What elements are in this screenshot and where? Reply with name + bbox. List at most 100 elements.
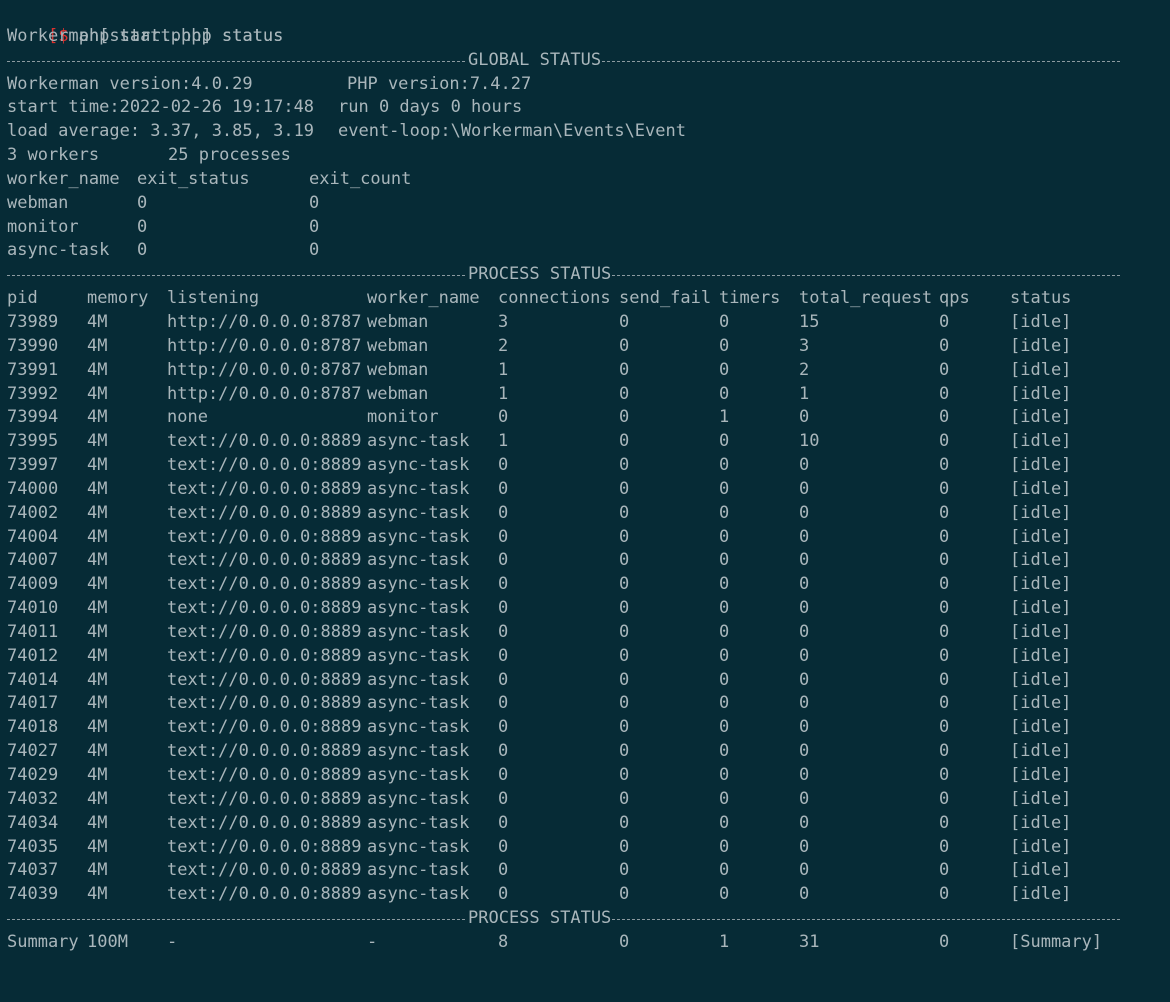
timers-cell: 0 <box>719 383 730 404</box>
timers-cell: 0 <box>719 621 730 642</box>
summary-line: Summary 100M - - 8 0 1 31 0 [Summary] <box>7 931 1167 955</box>
send-fail-cell: 0 <box>619 645 630 666</box>
start-time: start time:2022-02-26 19:17:48 <box>7 97 315 118</box>
status-cell: [idle] <box>1010 717 1072 738</box>
exit-status-cell: exit_status <box>137 168 250 189</box>
connections-cell: 0 <box>498 621 509 642</box>
listening-cell: - <box>167 931 178 952</box>
worker-table-row: monitor 0 0 <box>7 216 1167 240</box>
process-table-row: 74018 4M text://0.0.0.0:8889 async-task 0 0 0 0… <box>7 716 1167 740</box>
qps-cell: 0 <box>939 431 950 452</box>
listening-cell: text://0.0.0.0:8889 <box>167 621 362 642</box>
worker-table-header: worker_name exit_status exit_count <box>7 168 1167 192</box>
pid-cell: 74002 <box>7 502 59 523</box>
total-request-cell: 0 <box>799 717 810 738</box>
memory-cell: 100M <box>87 931 128 952</box>
process-table-row: 74002 4M text://0.0.0.0:8889 async-task 0 0 0 0… <box>7 502 1167 526</box>
connections-cell: 0 <box>498 598 509 619</box>
listening-cell: text://0.0.0.0:8889 <box>167 884 362 905</box>
connections-cell: 0 <box>498 693 509 714</box>
total-request-cell: 31 <box>799 931 820 952</box>
pid-cell: 74012 <box>7 645 59 666</box>
status-cell: [idle] <box>1010 455 1072 476</box>
global-status-separator: GLOBAL STATUS <box>7 48 1167 73</box>
listening-cell: none <box>167 407 208 428</box>
timers-cell: 0 <box>719 788 730 809</box>
connections-cell: 1 <box>498 359 509 380</box>
total-request-cell: 0 <box>799 502 810 523</box>
total-request-cell: 0 <box>799 788 810 809</box>
pid-cell: 74032 <box>7 788 59 809</box>
listening-cell: text://0.0.0.0:8889 <box>167 765 362 785</box>
status-cell: [idle] <box>1010 812 1072 833</box>
qps-cell: 0 <box>939 765 950 785</box>
status-cell: [idle] <box>1010 478 1072 499</box>
process-table-row: 74034 4M text://0.0.0.0:8889 async-task 0 0 0 0… <box>7 812 1167 836</box>
status-cell: [idle] <box>1010 311 1072 332</box>
process-table-row: 73994 4M none monitor 0 0 1 0 0 [idle] <box>7 406 1167 430</box>
connections-cell: 0 <box>498 812 509 833</box>
pid-cell: 74039 <box>7 884 59 905</box>
total-request-cell: 0 <box>799 860 810 881</box>
send-fail-cell: 0 <box>619 717 630 738</box>
memory-cell: 4M <box>87 860 108 881</box>
connections-cell: connections <box>498 288 611 309</box>
listening-cell: text://0.0.0.0:8889 <box>167 478 362 499</box>
process-table-row: 74017 4M text://0.0.0.0:8889 async-task 0 0 0 0… <box>7 692 1167 716</box>
total-request-cell: 0 <box>799 478 810 499</box>
worker-name-cell: worker_name <box>367 288 480 309</box>
worker-table-row: async-task 0 0 <box>7 239 1167 263</box>
status-cell: [idle] <box>1010 335 1072 356</box>
timers-cell: timers <box>719 288 781 309</box>
run-time: run 0 days 0 hours <box>338 97 523 118</box>
status-cell: [idle] <box>1010 407 1072 428</box>
exit-status-cell: 0 <box>137 216 148 237</box>
timers-cell: 0 <box>719 550 730 571</box>
pid-cell: 73989 <box>7 311 59 332</box>
status-cell: [idle] <box>1010 836 1072 857</box>
pid-cell: 74035 <box>7 836 59 857</box>
worker-name-cell: - <box>367 931 378 952</box>
pid-cell: 74014 <box>7 669 59 690</box>
timers-cell: 1 <box>719 407 730 428</box>
terminal-window[interactable]: [$ php start.php status Workerman[start.… <box>7 1 1167 955</box>
timers-cell: 0 <box>719 717 730 738</box>
total-request-cell: 0 <box>799 812 810 833</box>
connections-cell: 3 <box>498 311 509 332</box>
listening-cell: text://0.0.0.0:8889 <box>167 693 362 714</box>
workerman-version: Workerman version:4.0.29 <box>7 73 253 94</box>
timers-cell: 0 <box>719 335 730 356</box>
send-fail-cell: 0 <box>619 455 630 476</box>
status-cell: [idle] <box>1010 383 1072 404</box>
listening-cell: text://0.0.0.0:8889 <box>167 669 362 690</box>
worker-name-cell: async-task <box>367 717 470 738</box>
pid-cell: 74034 <box>7 812 59 833</box>
worker-name-cell: async-task <box>367 478 470 499</box>
php-version: PHP version:7.4.27 <box>347 73 532 94</box>
total-request-cell: 0 <box>799 765 810 785</box>
connections-cell: 2 <box>498 335 509 356</box>
status-cell: [idle] <box>1010 693 1072 714</box>
process-status-title: PROCESS STATUS <box>467 263 613 288</box>
connections-cell: 0 <box>498 526 509 547</box>
memory-cell: 4M <box>87 478 108 499</box>
worker-name-cell: async-task <box>367 598 470 619</box>
memory-cell: 4M <box>87 502 108 523</box>
qps-cell: 0 <box>939 741 950 762</box>
listening-cell: text://0.0.0.0:8889 <box>167 574 362 595</box>
timers-cell: 0 <box>719 431 730 452</box>
qps-cell: 0 <box>939 598 950 619</box>
worker-name-cell: webman <box>367 383 429 404</box>
total-request-cell: 0 <box>799 550 810 571</box>
total-request-cell: 3 <box>799 335 810 356</box>
status-cell: [idle] <box>1010 359 1072 380</box>
memory-cell: 4M <box>87 574 108 595</box>
listening-cell: text://0.0.0.0:8889 <box>167 550 362 571</box>
worker-name-cell: async-task <box>367 574 470 595</box>
total-request-cell: 0 <box>799 574 810 595</box>
status-cell: [idle] <box>1010 598 1072 619</box>
worker-name-cell: async-task <box>367 765 470 785</box>
exit-status-cell: 0 <box>137 240 148 261</box>
listening-cell: text://0.0.0.0:8889 <box>167 812 362 833</box>
status-cell: [Summary] <box>1010 931 1103 952</box>
